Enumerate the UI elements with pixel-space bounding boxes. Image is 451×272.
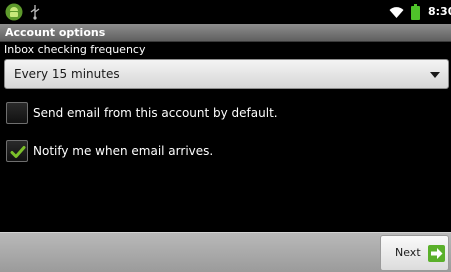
frequency-label: Inbox checking frequency (4, 43, 146, 56)
android-icon (5, 3, 23, 21)
checkmark-icon (10, 146, 26, 158)
battery-icon (411, 4, 420, 20)
status-bar: 8:30 (0, 0, 451, 24)
page-title: Account options (5, 26, 106, 39)
notify-label: Notify me when email arrives. (33, 144, 214, 158)
default-account-option[interactable]: Send email from this account by default. (6, 102, 306, 126)
default-account-checkbox[interactable] (6, 102, 28, 124)
usb-icon (30, 5, 40, 20)
screen: 8:30 Account options Inbox checking freq… (0, 0, 451, 272)
notify-checkbox[interactable] (6, 140, 28, 162)
frequency-spinner[interactable]: Every 15 minutes (4, 59, 449, 89)
wifi-icon (389, 7, 404, 18)
notify-option[interactable]: Notify me when email arrives. (6, 140, 266, 164)
frequency-selected-value: Every 15 minutes (14, 67, 120, 81)
dropdown-arrow-icon (430, 72, 440, 78)
arrow-right-icon (428, 245, 445, 262)
status-time: 8:30 (428, 5, 451, 18)
bottom-bar: Next (0, 232, 451, 272)
title-bar: Account options (0, 24, 451, 42)
default-account-label: Send email from this account by default. (33, 106, 278, 120)
next-label: Next (395, 246, 421, 259)
next-button[interactable]: Next (380, 235, 449, 271)
